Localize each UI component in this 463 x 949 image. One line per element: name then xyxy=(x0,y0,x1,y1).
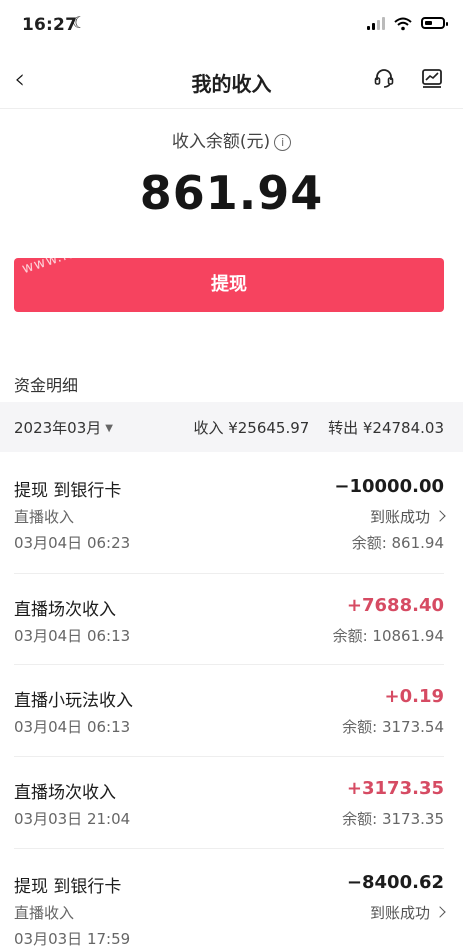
transaction-status[interactable]: 到账成功 xyxy=(369,506,446,527)
nav-bar: ‹ 我的收入 xyxy=(0,52,463,109)
transaction-title: 直播小玩法收入 xyxy=(14,691,133,711)
transaction-row[interactable]: 直播场次收入 03月03日 21:04 +3173.35 余额: 3173.35 xyxy=(14,756,444,849)
info-icon[interactable]: i xyxy=(274,134,292,151)
balance-label-text: 收入余额(元) xyxy=(171,132,271,152)
transaction-title: 提现 到银行卡 xyxy=(14,481,122,501)
transaction-time: 03月04日 06:13 xyxy=(14,718,131,736)
transaction-source: 直播收入 xyxy=(14,904,75,922)
transaction-balance: 余额: 3173.35 xyxy=(342,810,444,828)
transaction-row[interactable]: 提现 到银行卡 直播收入 03月03日 17:59 −8400.62 到账成功 xyxy=(14,848,446,948)
month-selector[interactable]: 2023年03月 ▼ xyxy=(14,417,113,438)
caret-down-icon: ▼ xyxy=(105,423,113,434)
status-bar: 16:27 ☾ xyxy=(0,0,463,52)
headset-icon[interactable] xyxy=(373,67,395,89)
transaction-status-text: 到账成功 xyxy=(369,904,430,922)
month-filter-bar: 2023年03月 ▼ 收入 ¥25645.97 转出 ¥24784.03 xyxy=(0,402,463,452)
chevron-right-icon xyxy=(434,906,446,918)
transaction-title: 提现 到银行卡 xyxy=(14,877,122,897)
transaction-balance: 余额: 10861.94 xyxy=(332,627,444,645)
transaction-amount: −10000.00 xyxy=(334,476,444,497)
transaction-row[interactable]: 提现 到银行卡 直播收入 03月04日 06:23 −10000.00 到账成功… xyxy=(14,466,446,574)
transaction-title: 直播场次收入 xyxy=(14,783,116,803)
battery-icon xyxy=(421,17,448,29)
transaction-status-text: 到账成功 xyxy=(369,508,430,526)
transaction-amount: +0.19 xyxy=(384,686,445,707)
month-summary: 收入 ¥25645.97 转出 ¥24784.03 xyxy=(179,417,444,438)
moon-icon: ☾ xyxy=(72,13,87,32)
wifi-icon xyxy=(394,16,412,31)
status-time: 16:27 xyxy=(22,15,78,35)
transaction-row[interactable]: 直播场次收入 03月04日 06:13 +7688.40 余额: 10861.9… xyxy=(14,573,444,665)
transaction-amount: +3173.35 xyxy=(346,778,444,799)
chevron-right-icon xyxy=(434,510,446,522)
transaction-time: 03月04日 06:23 xyxy=(14,534,131,552)
transaction-amount: +7688.40 xyxy=(346,595,444,616)
outgoing-total: 转出 ¥24784.03 xyxy=(328,419,444,437)
signal-icon xyxy=(367,16,385,30)
chart-icon[interactable] xyxy=(421,67,443,89)
status-icons xyxy=(367,16,448,31)
month-label: 2023年03月 xyxy=(14,419,102,437)
transaction-source: 直播收入 xyxy=(14,508,75,526)
income-total: 收入 ¥25645.97 xyxy=(193,419,310,437)
transaction-amount: −8400.62 xyxy=(346,872,444,893)
details-title: 资金明细 xyxy=(14,376,79,395)
transaction-row[interactable]: 直播小玩法收入 03月04日 06:13 +0.19 余额: 3173.54 xyxy=(14,664,444,757)
transaction-balance: 余额: 861.94 xyxy=(351,534,444,552)
transaction-time: 03月03日 21:04 xyxy=(14,810,131,828)
withdraw-button[interactable]: 提现 xyxy=(14,258,444,312)
transaction-balance: 余额: 3173.54 xyxy=(342,718,444,736)
transaction-status[interactable]: 到账成功 xyxy=(369,902,446,923)
balance-amount: 861.94 xyxy=(139,166,324,220)
transaction-time: 03月04日 06:13 xyxy=(14,627,131,645)
balance-label: 收入余额(元) i xyxy=(0,127,463,152)
transaction-title: 直播场次收入 xyxy=(14,600,116,620)
